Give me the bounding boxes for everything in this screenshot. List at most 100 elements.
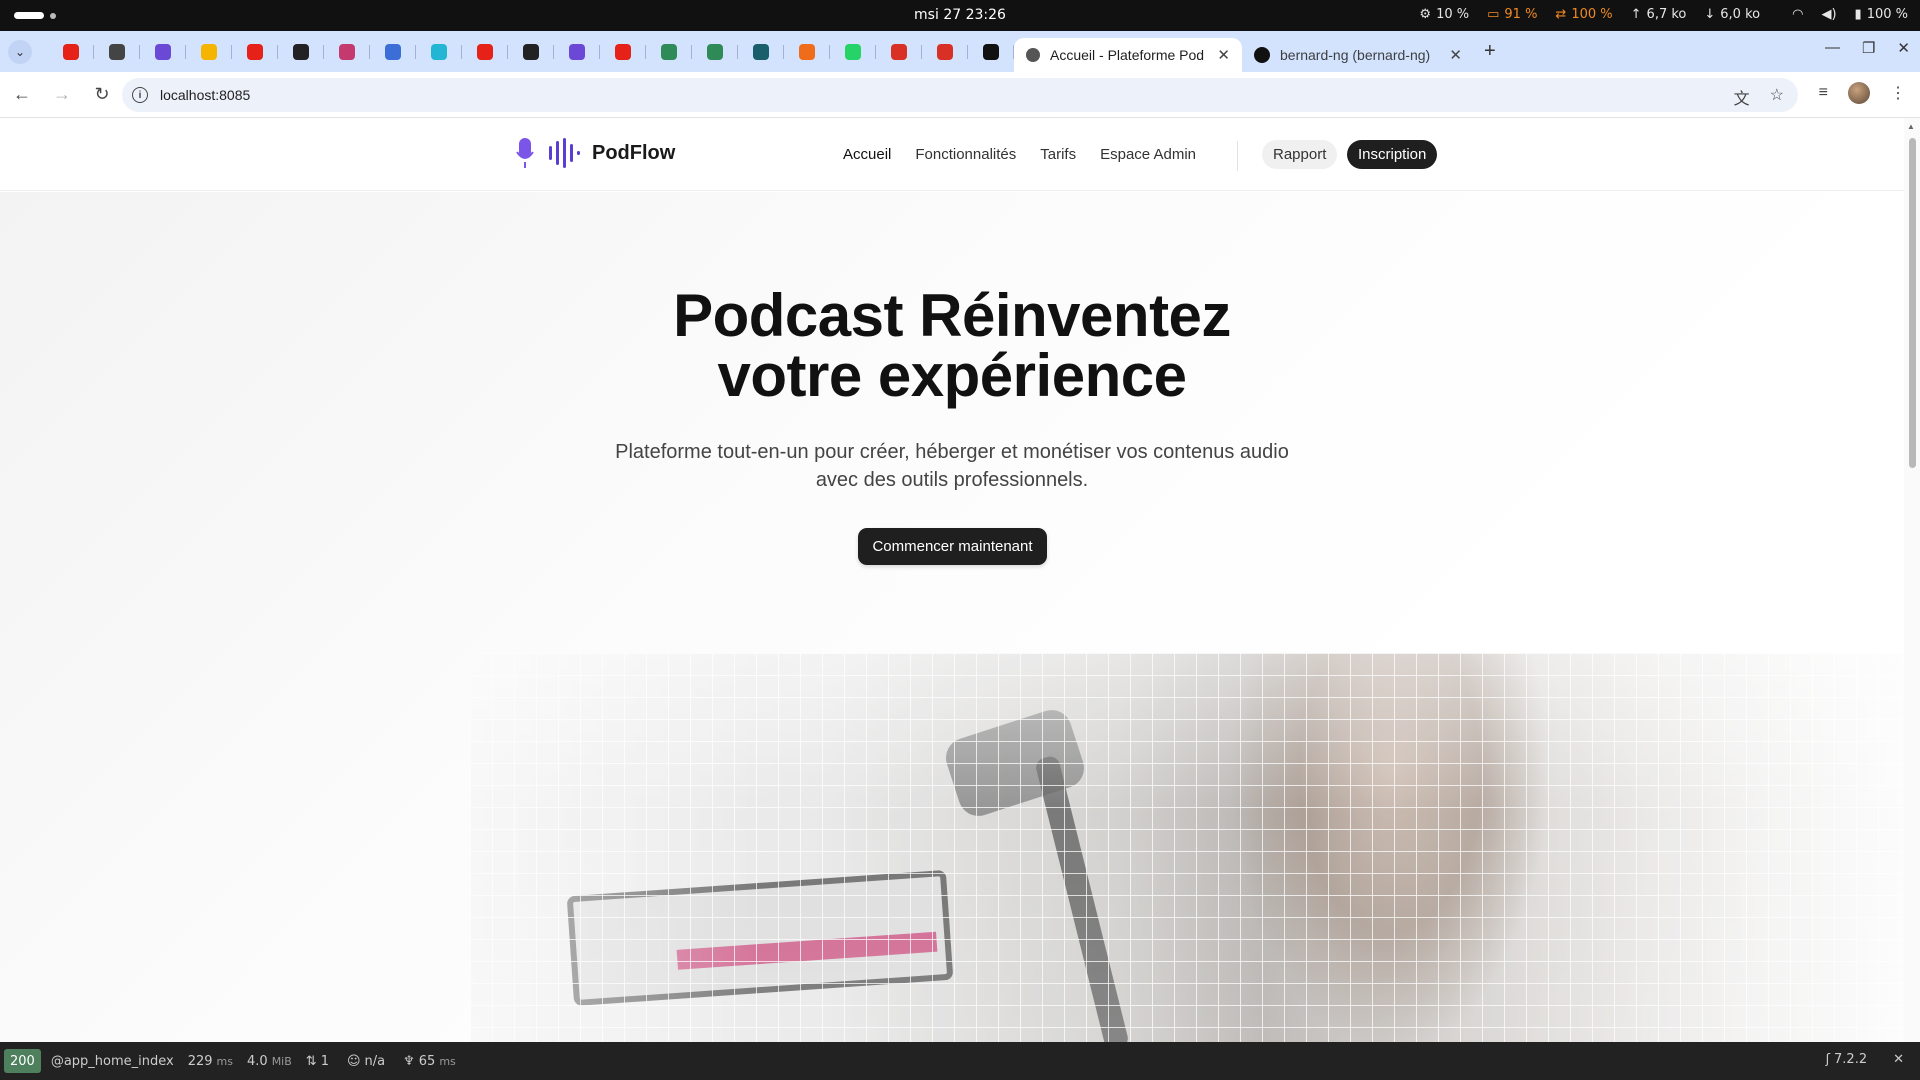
youtube-icon xyxy=(615,43,631,60)
pinned-tab[interactable] xyxy=(140,35,186,69)
nav-link-espace-admin[interactable]: Espace Admin xyxy=(1100,146,1196,163)
pinned-tab[interactable] xyxy=(830,35,876,69)
tab-github[interactable]: bernard-ng (bernard-ng) ✕ xyxy=(1242,38,1474,72)
restore-icon[interactable]: ❐ xyxy=(1862,39,1875,57)
pinned-tab[interactable] xyxy=(462,35,508,69)
swap-indicator[interactable]: ⇄ 100 % xyxy=(1555,7,1612,22)
tab-search-button[interactable]: ⌄ xyxy=(8,39,32,64)
requests-icon: ⇅ xyxy=(305,1053,317,1069)
tab-title: Accueil - Plateforme Pod xyxy=(1050,47,1205,63)
page-scrollbar[interactable]: ▲ xyxy=(1904,118,1920,1042)
request-time[interactable]: 229 ms xyxy=(188,1054,233,1069)
youtube-icon xyxy=(247,43,263,60)
inscription-button[interactable]: Inscription xyxy=(1347,140,1438,169)
pinned-tabs xyxy=(48,35,1014,69)
podflow-logo-icon xyxy=(516,138,580,168)
upload-indicator[interactable]: ↑ 6,7 ko xyxy=(1631,7,1687,22)
forward-button[interactable]: → xyxy=(44,77,80,113)
google-slides-icon xyxy=(201,43,217,60)
media-controls-icon[interactable]: ≡ xyxy=(1819,84,1828,102)
cpu-indicator[interactable]: ⚙ 10 % xyxy=(1419,7,1469,22)
reload-button[interactable]: ↻ xyxy=(84,77,120,113)
pinned-tab[interactable] xyxy=(692,35,738,69)
battery-icon: ▮ xyxy=(1854,7,1862,22)
nav-divider xyxy=(1237,141,1238,171)
status-code-badge[interactable]: 200 xyxy=(4,1049,41,1073)
close-toolbar-icon[interactable]: ✕ xyxy=(1893,1052,1904,1067)
pinned-tab[interactable] xyxy=(94,35,140,69)
whatsapp-icon xyxy=(845,43,861,60)
nav-link-fonctionnalites[interactable]: Fonctionnalités xyxy=(915,146,1016,163)
memory-usage[interactable]: 4.0 MiB xyxy=(247,1054,292,1069)
tab-title: bernard-ng (bernard-ng) xyxy=(1280,47,1431,63)
nav-link-accueil[interactable]: Accueil xyxy=(843,146,891,163)
pinned-tab[interactable] xyxy=(416,35,462,69)
chevron-down-icon: ⌄ xyxy=(14,44,26,59)
pinned-tab[interactable] xyxy=(370,35,416,69)
bookmark-star-icon[interactable]: ☆ xyxy=(1770,85,1784,109)
menu-kebab-icon[interactable]: ⋮ xyxy=(1890,83,1906,103)
main-nav: Accueil Fonctionnalités Tarifs Espace Ad… xyxy=(843,146,1196,163)
tab-accueil[interactable]: Accueil - Plateforme Pod ✕ xyxy=(1014,38,1242,72)
pinned-tab[interactable] xyxy=(324,35,370,69)
twig-icon: ♆ xyxy=(403,1053,415,1069)
pinned-tab[interactable] xyxy=(554,35,600,69)
youtube-icon xyxy=(63,43,79,60)
new-tab-button[interactable]: + xyxy=(1484,40,1496,63)
page-viewport: PodFlow Accueil Fonctionnalités Tarifs E… xyxy=(0,118,1904,1042)
profile-avatar[interactable] xyxy=(1848,82,1870,104)
http-requests[interactable]: ⇅ 1 xyxy=(306,1054,329,1069)
symfony-version[interactable]: ʃ 7.2.2 xyxy=(1826,1052,1867,1067)
pinned-tab[interactable] xyxy=(186,35,232,69)
scroll-up-arrow-icon[interactable]: ▲ xyxy=(1907,122,1915,131)
pinned-tab[interactable] xyxy=(48,35,94,69)
pinned-tab[interactable] xyxy=(646,35,692,69)
cpu-icon: ⚙ xyxy=(1419,7,1432,22)
system-indicators[interactable]: ⚙ 10 % ▭ 91 % ⇄ 100 % ↑ 6,7 ko ↓ 6,0 ko ◠ ◀) … xyxy=(1419,7,1908,22)
pinned-tab[interactable] xyxy=(968,35,1014,69)
hero-title-line-2: votre expérience xyxy=(717,342,1187,409)
wifi-icon: ◠ xyxy=(1792,7,1804,22)
android-icon xyxy=(707,43,723,60)
start-now-button[interactable]: Commencer maintenant xyxy=(858,528,1047,565)
pinned-tab[interactable] xyxy=(922,35,968,69)
vuetify-icon xyxy=(753,43,769,60)
scrollbar-thumb[interactable] xyxy=(1909,138,1916,468)
hero-subtitle: Plateforme tout-en-un pour créer, héberg… xyxy=(615,441,1289,491)
network-indicator[interactable]: ◠ xyxy=(1792,7,1803,22)
hero-title-line-1: Podcast Réinventez xyxy=(673,282,1231,349)
pinned-tab[interactable] xyxy=(232,35,278,69)
browser-toolbar: ← → ↻ i localhost:8085 文 ☆ ≡ ⋮ xyxy=(0,72,1920,118)
pinned-tab[interactable] xyxy=(876,35,922,69)
rapport-button[interactable]: Rapport xyxy=(1262,140,1338,169)
memory-icon: ▭ xyxy=(1487,7,1500,22)
debug-toolbar-right: ʃ 7.2.2 ✕ xyxy=(1816,1052,1904,1067)
pinned-tab[interactable] xyxy=(278,35,324,69)
close-icon[interactable]: ✕ xyxy=(1449,46,1462,64)
minimize-icon[interactable]: — xyxy=(1825,39,1840,57)
download-indicator[interactable]: ↓ 6,0 ko xyxy=(1704,7,1760,22)
memory-indicator[interactable]: ▭ 91 % xyxy=(1487,7,1537,22)
pinned-tab[interactable] xyxy=(600,35,646,69)
route-name[interactable]: @app_home_index xyxy=(51,1054,174,1069)
twig-render-time[interactable]: ♆ 65 ms xyxy=(403,1054,456,1069)
site-info-icon[interactable]: i xyxy=(132,87,148,103)
back-button[interactable]: ← xyxy=(4,77,40,113)
address-bar[interactable]: i localhost:8085 文 ☆ xyxy=(122,78,1798,112)
close-window-icon[interactable]: ✕ xyxy=(1897,39,1910,57)
nav-link-tarifs[interactable]: Tarifs xyxy=(1040,146,1076,163)
translate-icon[interactable]: 文 xyxy=(1734,85,1750,109)
pinned-tab[interactable] xyxy=(508,35,554,69)
youtube-icon xyxy=(477,43,493,60)
security-user[interactable]: ☺ n/a xyxy=(347,1054,385,1069)
upload-icon: ↑ xyxy=(1630,7,1642,22)
battery-indicator[interactable]: ▮ 100 % xyxy=(1855,7,1908,22)
brand-logo[interactable]: PodFlow xyxy=(516,136,675,170)
pinned-tab[interactable] xyxy=(784,35,830,69)
pinned-tab[interactable] xyxy=(738,35,784,69)
swap-icon: ⇄ xyxy=(1555,7,1567,22)
volume-indicator[interactable]: ◀) xyxy=(1821,7,1836,22)
omnibox-actions: 文 ☆ xyxy=(1734,85,1784,109)
github-icon xyxy=(983,43,999,60)
close-icon[interactable]: ✕ xyxy=(1217,46,1230,64)
